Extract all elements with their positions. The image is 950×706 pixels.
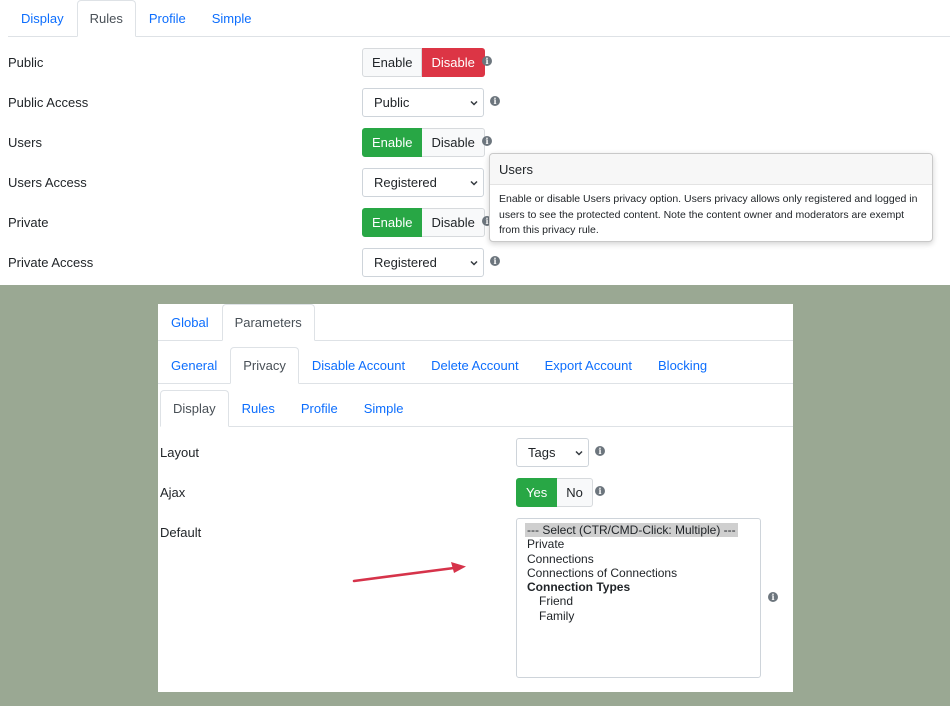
layout-value: Tags xyxy=(528,445,556,460)
default-option-select[interactable]: --- Select (CTR/CMD-Click: Multiple) --- xyxy=(525,523,738,538)
ajax-yes-button[interactable]: Yes xyxy=(516,478,558,507)
tab-delete-account[interactable]: Delete Account xyxy=(418,347,531,384)
tab-privacy[interactable]: Privacy xyxy=(230,347,299,384)
public-enable-button[interactable]: Enable xyxy=(362,48,423,77)
tab-profile[interactable]: Profile xyxy=(288,390,351,427)
private-access-select[interactable]: Registered xyxy=(362,248,484,277)
tab-parameters[interactable]: Parameters xyxy=(221,304,315,341)
tabs-top: Display Rules Profile Simple xyxy=(8,0,950,37)
privacy-settings-panel: Global Parameters General Privacy Disabl… xyxy=(158,304,793,692)
tab-rules[interactable]: Rules xyxy=(229,390,288,427)
tab-blocking[interactable]: Blocking xyxy=(645,347,720,384)
tab-display[interactable]: Display xyxy=(8,0,77,37)
users-tooltip-popover: Users Enable or disable Users privacy op… xyxy=(489,153,933,242)
layout-select[interactable]: Tags xyxy=(516,438,589,467)
ajax-no-button[interactable]: No xyxy=(557,478,593,507)
info-icon[interactable]: i xyxy=(490,256,500,266)
default-label: Default xyxy=(160,525,202,540)
default-option-connections[interactable]: Connections xyxy=(527,552,760,566)
tooltip-title: Users xyxy=(490,154,932,185)
tooltip-text: Enable or disable Users privacy option. … xyxy=(499,193,918,236)
public-toggle: Enable Disable xyxy=(362,48,485,77)
tab-simple[interactable]: Simple xyxy=(351,390,417,427)
private-access-value: Registered xyxy=(374,255,437,270)
users-toggle: Enable Disable xyxy=(362,128,485,157)
tab-simple[interactable]: Simple xyxy=(199,0,265,37)
info-icon[interactable]: i xyxy=(768,592,778,602)
annotation-backdrop: Global Parameters General Privacy Disabl… xyxy=(0,285,950,706)
users-access-select[interactable]: Registered xyxy=(362,168,484,197)
tab-display[interactable]: Display xyxy=(160,390,229,427)
users-label: Users xyxy=(8,135,42,150)
public-access-value: Public xyxy=(374,95,410,110)
public-access-label: Public Access xyxy=(8,95,89,110)
tab-global[interactable]: Global xyxy=(158,304,222,341)
info-icon[interactable]: i xyxy=(482,56,492,66)
chevron-down-icon xyxy=(470,260,478,266)
users-access-label: Users Access xyxy=(8,175,87,190)
users-access-value: Registered xyxy=(374,175,437,190)
rules-settings-panel: Display Rules Profile Simple Public Enab… xyxy=(0,0,950,285)
public-label: Public xyxy=(8,55,44,70)
default-option-private[interactable]: Private xyxy=(527,537,760,551)
public-disable-button[interactable]: Disable xyxy=(422,48,485,77)
default-option-connections-of-connections[interactable]: Connections of Connections xyxy=(527,566,760,580)
tabs-level-2: General Privacy Disable Account Delete A… xyxy=(158,347,793,384)
info-icon[interactable]: i xyxy=(595,446,605,456)
info-icon[interactable]: i xyxy=(490,96,500,106)
layout-label: Layout xyxy=(160,445,200,460)
public-access-select[interactable]: Public xyxy=(362,88,484,117)
users-disable-button[interactable]: Disable xyxy=(422,128,485,157)
users-enable-button[interactable]: Enable xyxy=(362,128,423,157)
tabs-level-3: Display Rules Profile Simple xyxy=(160,390,793,427)
chevron-down-icon xyxy=(575,450,583,456)
ajax-label: Ajax xyxy=(160,485,186,500)
tab-rules[interactable]: Rules xyxy=(76,0,136,37)
default-option-friend[interactable]: Friend xyxy=(527,594,760,608)
default-multiselect[interactable]: --- Select (CTR/CMD-Click: Multiple) ---… xyxy=(516,518,761,678)
default-option-family[interactable]: Family xyxy=(527,609,760,623)
tab-profile[interactable]: Profile xyxy=(136,0,199,37)
chevron-down-icon xyxy=(470,180,478,186)
private-access-label: Private Access xyxy=(8,255,94,270)
private-enable-button[interactable]: Enable xyxy=(362,208,423,237)
tab-export-account[interactable]: Export Account xyxy=(532,347,645,384)
info-icon[interactable]: i xyxy=(482,136,492,146)
annotation-arrow-icon xyxy=(352,562,466,583)
private-toggle: Enable Disable xyxy=(362,208,485,237)
info-icon[interactable]: i xyxy=(595,486,605,496)
tab-general[interactable]: General xyxy=(158,347,230,384)
private-disable-button[interactable]: Disable xyxy=(422,208,485,237)
ajax-toggle: Yes No xyxy=(516,478,593,507)
chevron-down-icon xyxy=(470,100,478,106)
tab-disable-account[interactable]: Disable Account xyxy=(299,347,418,384)
default-optgroup-connection-types: Connection Types xyxy=(527,580,631,595)
private-label: Private xyxy=(8,215,49,230)
tabs-level-1: Global Parameters xyxy=(158,304,793,341)
